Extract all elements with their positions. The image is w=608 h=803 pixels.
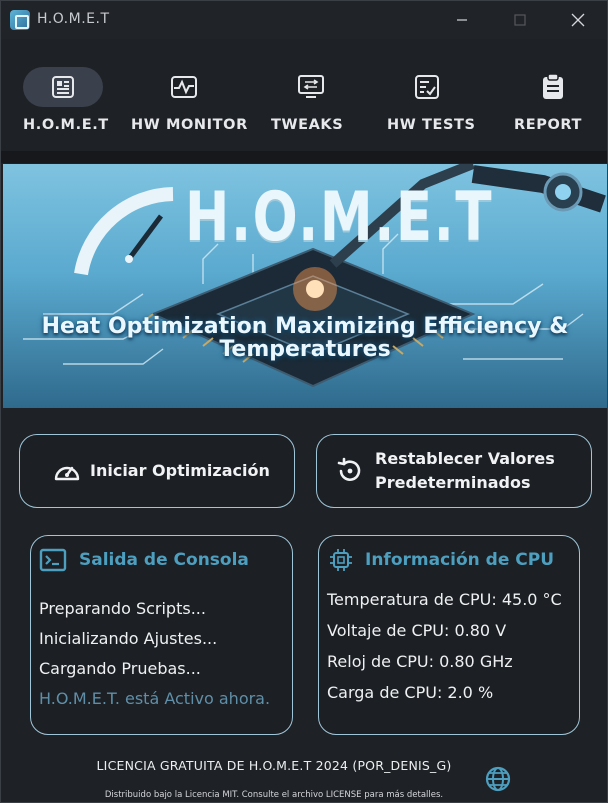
- hero-banner: H.O.M.E.T Heat Optimization Maximizing E…: [3, 164, 607, 408]
- cpu-load: Carga de CPU: 2.0 %: [327, 683, 494, 702]
- banner-brand-logo: H.O.M.E.T: [185, 178, 494, 257]
- maximize-icon: [514, 14, 526, 26]
- console-line: Preparando Scripts...: [39, 599, 206, 618]
- terminal-icon: [39, 548, 67, 572]
- console-line: Inicializando Ajustes...: [39, 629, 218, 648]
- nav-label-report: REPORT: [513, 117, 583, 133]
- title-bar: H.O.M.E.T: [1, 1, 607, 39]
- start-optimization-label: Iniciar Optimización: [90, 461, 270, 480]
- nav-pill-report: [513, 67, 593, 107]
- chip-icon: [52, 76, 74, 98]
- nav-divider: [1, 151, 607, 163]
- cpu-clock: Reloj de CPU: 0.80 GHz: [327, 652, 513, 671]
- cpu-info-panel: Información de CPU Temperatura de CPU: 4…: [318, 535, 580, 735]
- pulse-monitor-icon: [171, 76, 197, 98]
- restore-defaults-button[interactable]: Restablecer Valores Predeterminados: [316, 434, 592, 508]
- nav-item-homet[interactable]: H.O.M.E.T: [23, 67, 109, 141]
- cpu-header: Información de CPU: [329, 548, 554, 572]
- language-globe-button[interactable]: [484, 765, 512, 793]
- banner-tagline-line1: Heat Optimization Maximizing Efficiency …: [41, 314, 569, 339]
- app-logo-icon: [10, 10, 30, 30]
- console-output-panel: Salida de Consola Preparando Scripts... …: [30, 535, 293, 735]
- console-log: Preparando Scripts... Inicializando Ajus…: [39, 594, 270, 714]
- nav-item-report[interactable]: REPORT: [513, 67, 583, 141]
- nav-label-hw-tests: HW TESTS: [387, 117, 476, 133]
- tweaks-monitor-icon: [298, 75, 324, 98]
- restore-defaults-label-line1: Restablecer Valores: [375, 449, 555, 468]
- nav-item-hw-tests[interactable]: HW TESTS: [387, 67, 476, 141]
- app-window: H.O.M.E.T H.O.M.E.T HW MONITOR TWEAKS HW…: [0, 0, 608, 803]
- nav-pill-tweaks: [271, 67, 351, 107]
- minimize-icon: [457, 19, 467, 21]
- nav-label-hw-monitor: HW MONITOR: [131, 117, 248, 133]
- gauge-needle: [126, 214, 164, 261]
- console-header: Salida de Consola: [39, 548, 249, 572]
- console-line: Cargando Pruebas...: [39, 659, 201, 678]
- restore-defaults-label: Restablecer Valores Predeterminados: [375, 447, 555, 495]
- nav-pill-hw-monitor: [144, 67, 224, 107]
- cpu-title: Información de CPU: [365, 550, 555, 570]
- checklist-icon: [415, 75, 439, 99]
- speedometer-icon: [52, 456, 82, 486]
- close-icon: [571, 13, 585, 27]
- maximize-button[interactable]: [505, 7, 535, 33]
- minimize-button[interactable]: [447, 7, 477, 33]
- cpu-temperature: Temperatura de CPU: 45.0 °C: [327, 590, 562, 609]
- console-title: Salida de Consola: [79, 550, 249, 570]
- mit-license-note: Distribuido bajo la Licencia MIT. Consul…: [104, 790, 444, 800]
- nav-item-tweaks[interactable]: TWEAKS: [271, 67, 344, 141]
- nav-label-tweaks: TWEAKS: [271, 117, 344, 133]
- start-optimization-button[interactable]: Iniciar Optimización: [19, 434, 295, 508]
- main-nav: H.O.M.E.T HW MONITOR TWEAKS HW TESTS REP…: [1, 45, 607, 151]
- nav-pill-homet: [23, 67, 103, 107]
- cpu-stats: Temperatura de CPU: 45.0 °C Voltaje de C…: [327, 584, 562, 708]
- close-button[interactable]: [563, 7, 593, 33]
- banner-tagline-line2: Temperatures: [219, 337, 391, 362]
- nav-label-homet: H.O.M.E.T: [23, 117, 109, 133]
- cpu-voltage: Voltaje de CPU: 0.80 V: [327, 621, 507, 640]
- restore-defaults-label-line2: Predeterminados: [375, 473, 531, 492]
- globe-icon: [485, 766, 511, 792]
- license-text: LICENCIA GRATUITA DE H.O.M.E.T 2024 (POR…: [96, 758, 452, 773]
- console-line-status: H.O.M.E.T. está Activo ahora.: [39, 689, 271, 708]
- nav-item-hw-monitor[interactable]: HW MONITOR: [131, 67, 248, 141]
- nav-pill-hw-tests: [387, 67, 467, 107]
- cpu-icon: [330, 549, 352, 571]
- window-title: H.O.M.E.T: [37, 11, 110, 27]
- clipboard-icon: [543, 73, 563, 99]
- restore-icon: [335, 456, 365, 486]
